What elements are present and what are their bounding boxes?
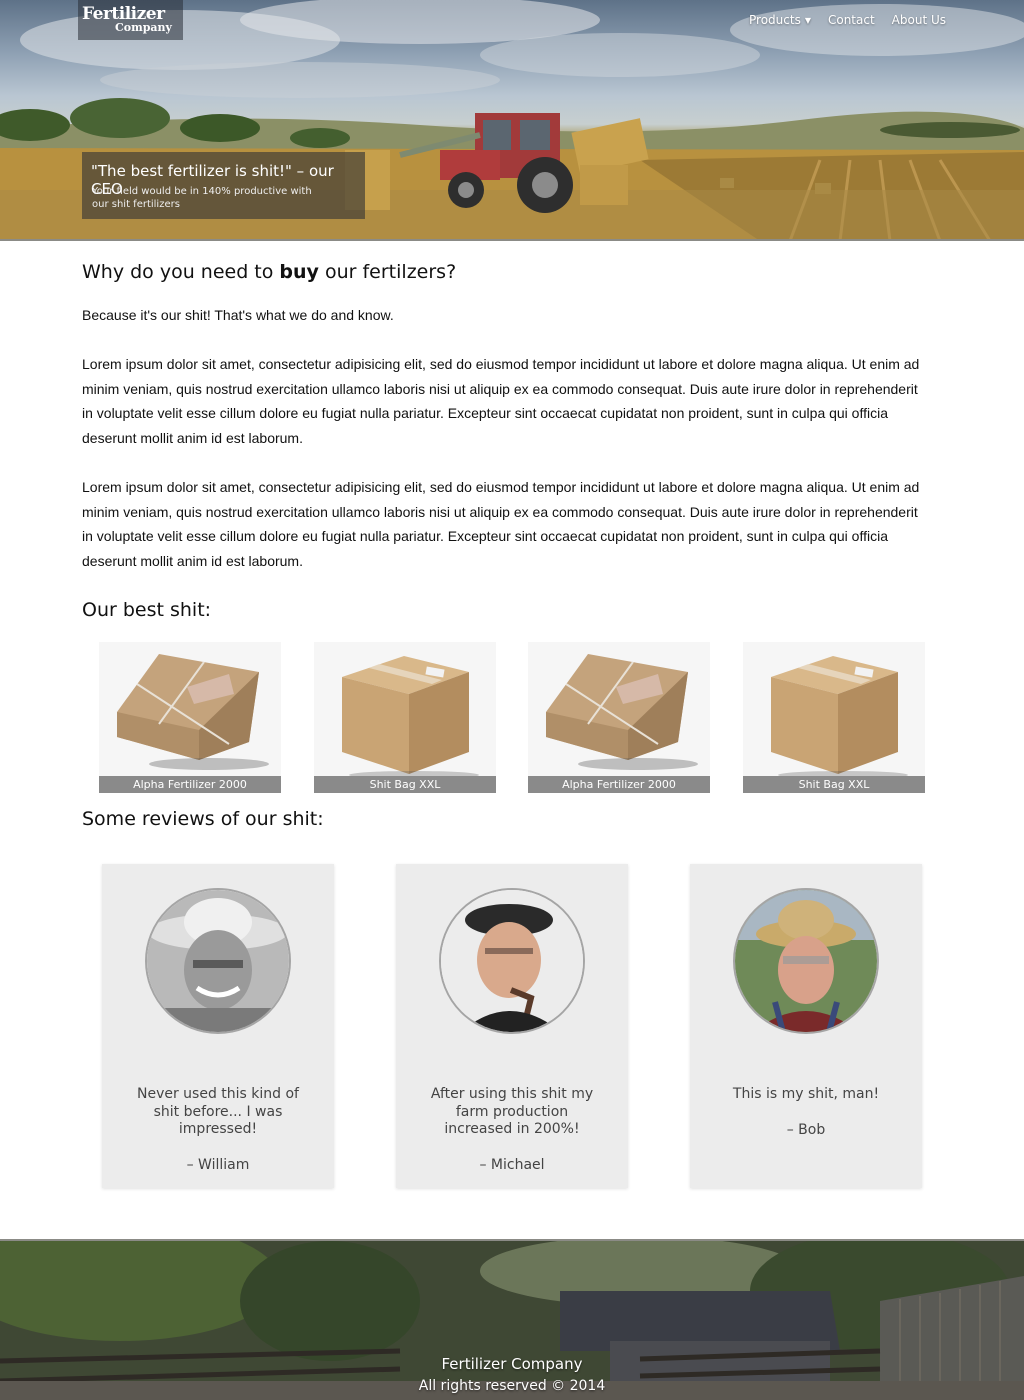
product-card[interactable]: Shit Bag XXL: [314, 642, 496, 794]
nav-item-about[interactable]: About Us: [892, 13, 946, 27]
nav-item-products[interactable]: Products ▼: [749, 13, 811, 27]
reviewer-photo-icon: [147, 890, 289, 1032]
logo-line-2: Company: [115, 21, 172, 34]
intro-heading: Why do you need to buy our fertilzers?: [82, 261, 456, 283]
review-card: This is my shit, man! – Bob: [690, 864, 922, 1188]
product-label: Alpha Fertilizer 2000: [99, 776, 281, 793]
box-icon: [771, 656, 908, 779]
hero-banner: Fertilizer Company Products ▼ Contact Abo…: [0, 0, 1024, 241]
product-label: Shit Bag XXL: [743, 776, 925, 793]
nav-item-label: Contact: [827, 13, 875, 27]
caret-down-icon: ▼: [804, 16, 811, 25]
products-heading: Our best shit:: [82, 599, 212, 621]
hero-subtext: Your field would be in 140% productive w…: [92, 186, 312, 210]
parcel-icon: [117, 654, 269, 770]
review-author: – Michael: [479, 1157, 545, 1173]
reviews-heading: Some reviews of our shit:: [82, 808, 324, 830]
parcel-icon: [546, 654, 698, 770]
avatar: [439, 888, 585, 1034]
farm-house-image: [0, 1241, 1024, 1400]
box-icon: [342, 656, 479, 779]
heading-before: Why do you need to: [82, 261, 280, 283]
review-text: This is my shit, man!: [732, 1086, 880, 1102]
avatar: [145, 888, 291, 1034]
review-card: Never used this kind of shit before... I…: [102, 864, 334, 1188]
review-author: – Bob: [786, 1122, 826, 1138]
intro-tagline: Because it's our shit! That's what we do…: [82, 307, 394, 323]
product-card[interactable]: Alpha Fertilizer 2000: [528, 642, 710, 794]
heading-bold: buy: [279, 261, 319, 283]
review-author: – William: [186, 1157, 250, 1173]
intro-paragraph-2: Lorem ipsum dolor sit amet, consectetur …: [82, 479, 920, 569]
review-text: Never used this kind of shit before... I…: [136, 1086, 299, 1137]
company-logo[interactable]: Fertilizer Company: [78, 0, 183, 40]
product-card[interactable]: Shit Bag XXL: [743, 642, 925, 794]
footer-copyright: All rights reserved © 2014: [418, 1378, 606, 1394]
review-card: After using this shit my farm production…: [396, 864, 628, 1188]
footer: Fertilizer Company All rights reserved ©…: [0, 1239, 1024, 1400]
product-image: [314, 642, 496, 779]
nav-item-label: About Us: [891, 13, 946, 27]
product-card[interactable]: Alpha Fertilizer 2000: [99, 642, 281, 794]
intro-paragraph-1: Lorem ipsum dolor sit amet, consectetur …: [82, 356, 920, 446]
product-label: Alpha Fertilizer 2000: [528, 776, 710, 793]
product-image: [99, 642, 281, 776]
product-label: Shit Bag XXL: [314, 776, 496, 793]
reviewer-photo-icon: [441, 890, 583, 1032]
product-image: [528, 642, 710, 776]
review-text: After using this shit my farm production…: [430, 1086, 594, 1137]
nav-item-label: Products: [749, 13, 801, 27]
product-image: [743, 642, 925, 779]
nav-item-contact[interactable]: Contact: [828, 13, 875, 27]
heading-after: our fertilzers?: [318, 261, 457, 283]
products-grid: Alpha Fertilizer 2000 Shit Bag XXL Alpha…: [99, 642, 929, 794]
main-nav: Products ▼ Contact About Us: [749, 13, 963, 27]
footer-company-name: Fertilizer Company: [441, 1355, 583, 1373]
avatar: [733, 888, 879, 1034]
reviewer-photo-icon: [735, 890, 877, 1032]
hero-quote-box: "The best fertilizer is shit!" – our CEO…: [82, 152, 365, 219]
